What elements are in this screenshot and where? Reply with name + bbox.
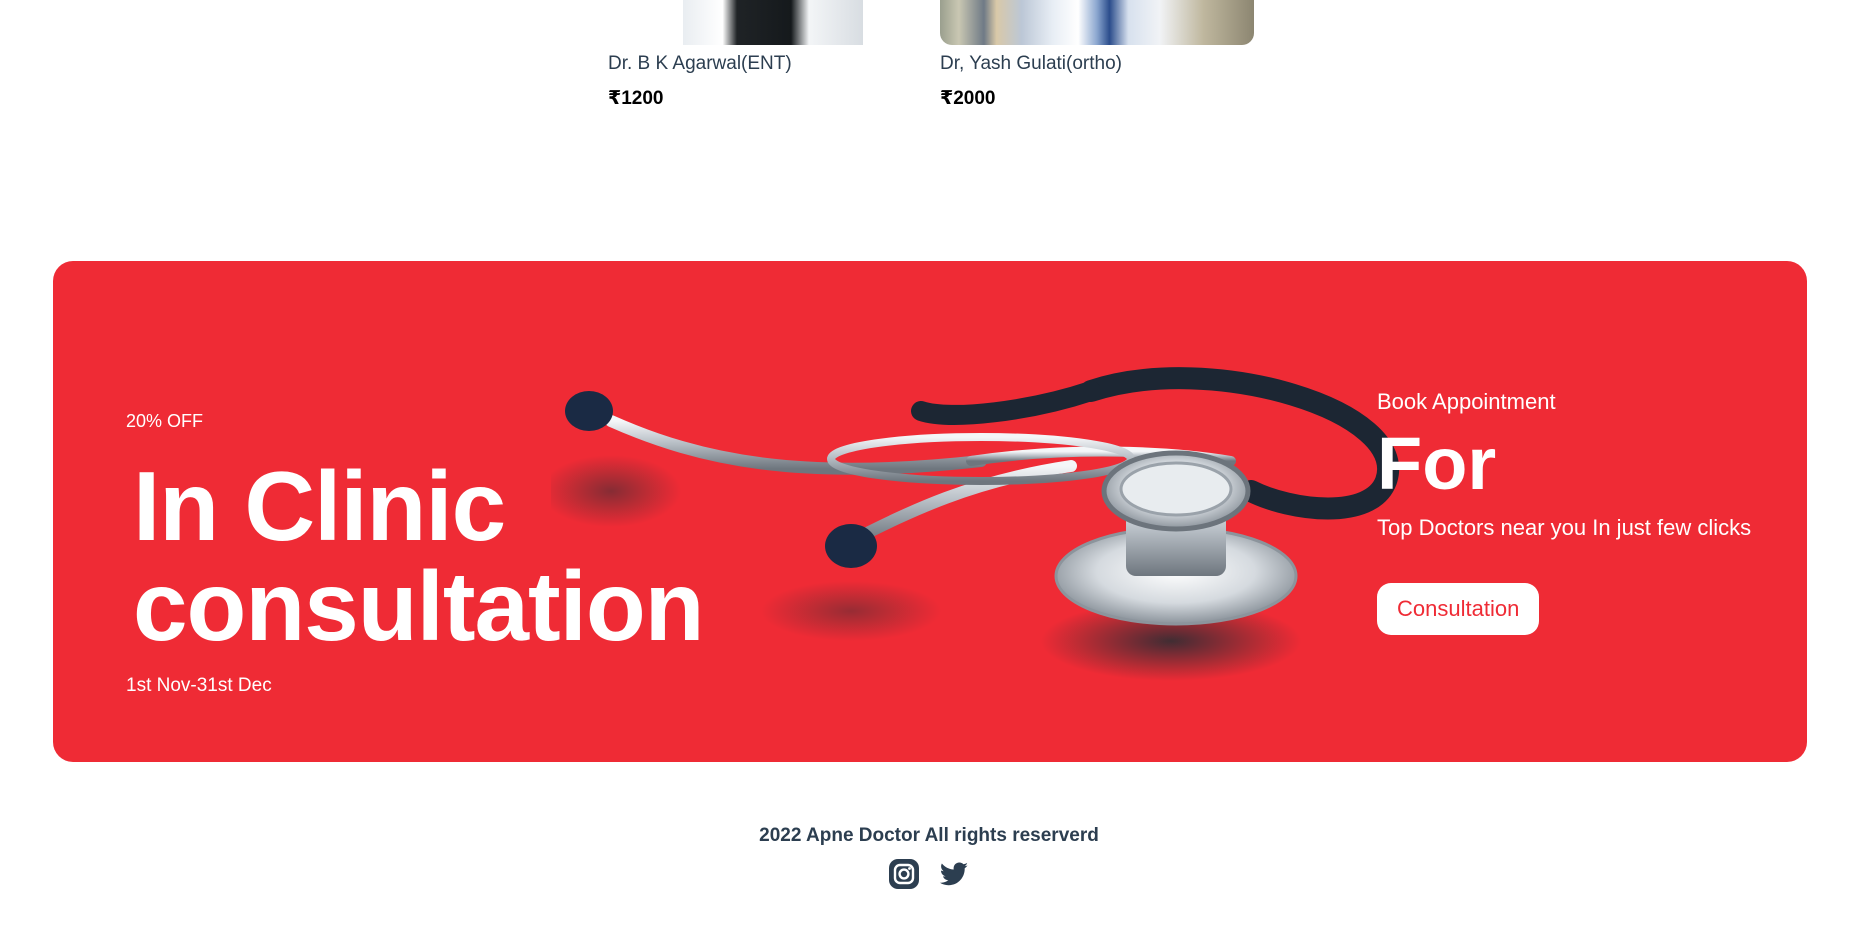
doctor-card[interactable]: Dr. B K Agarwal(ENT) ₹1200 [608,0,938,110]
doctor-photo [683,0,863,45]
offer-dates: 1st Nov-31st Dec [126,675,272,696]
doctor-photo [940,0,1254,45]
promo-banner: 20% OFF In Clinic consultation 1st Nov-3… [53,261,1807,762]
consultation-button[interactable]: Consultation [1377,583,1540,635]
stethoscope-image [551,367,1400,681]
doctor-list: Dr. B K Agarwal(ENT) ₹1200 Dr, Yash Gula… [0,0,1858,140]
doctor-name: Dr, Yash Gulati(ortho) [940,53,1122,74]
doctor-card[interactable]: Dr, Yash Gulati(ortho) ₹2000 [940,0,1270,110]
twitter-icon[interactable] [937,857,971,891]
book-appointment-label: Book Appointment [1377,389,1556,414]
tagline: Top Doctors near you In just few clicks [1377,515,1752,540]
doctor-price: ₹1200 [608,88,664,109]
for-label: For [1377,422,1497,505]
footer: 2022 Apne Doctor All rights reserverd [0,825,1858,891]
copyright-text: 2022 Apne Doctor All rights reserverd [759,825,1099,846]
doctor-name: Dr. B K Agarwal(ENT) [608,53,792,74]
doctor-price: ₹2000 [940,88,996,109]
appointment-block: Book Appointment For Top Doctors near yo… [1377,389,1797,635]
social-links [0,857,1858,891]
instagram-icon[interactable] [887,857,921,891]
offer-label: 20% OFF [126,411,204,431]
